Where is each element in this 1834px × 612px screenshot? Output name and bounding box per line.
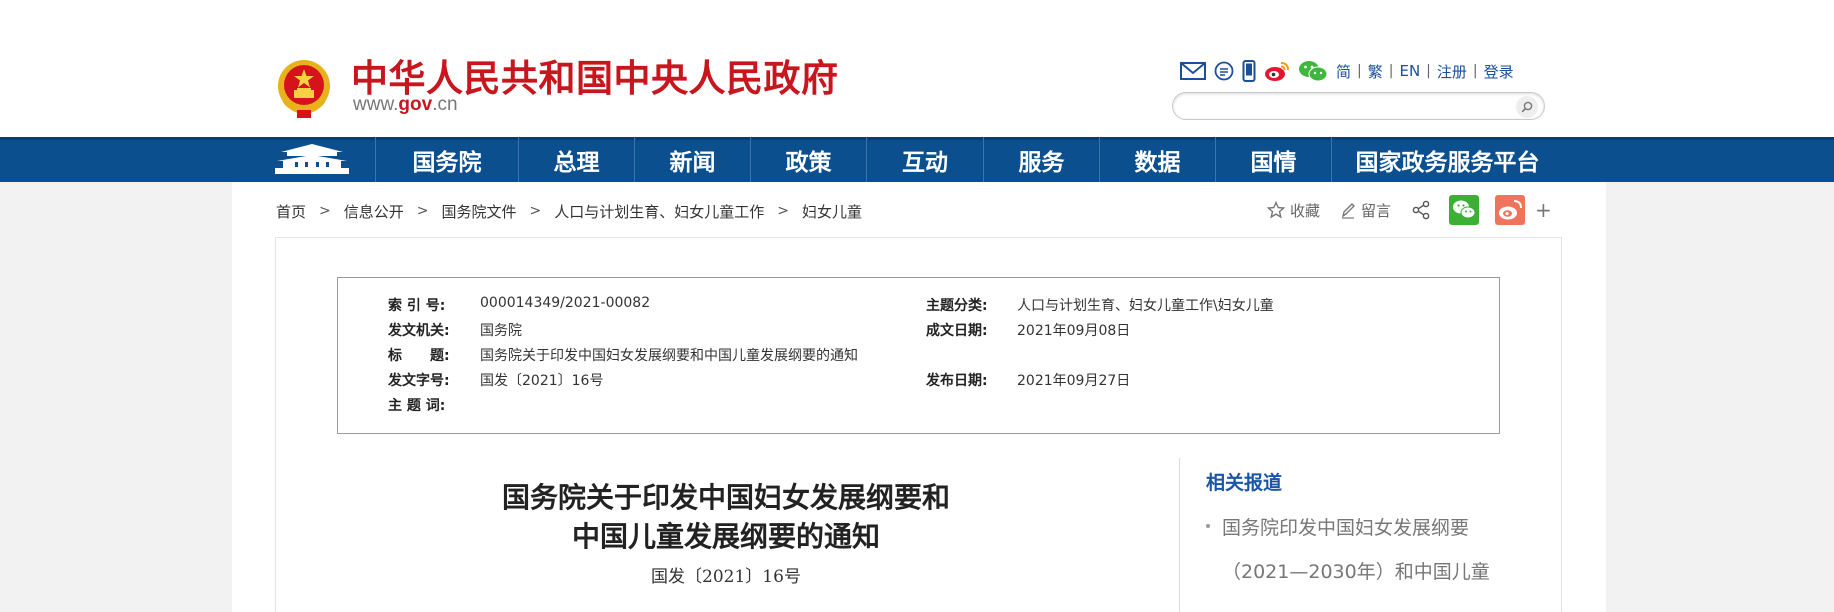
topic-value: 人口与计划生育、妇女儿童工作\妇女儿童 (1017, 298, 1274, 314)
top-link-separator: | (1388, 63, 1394, 79)
related-item[interactable]: 国务院印发中国妇女发展纲要 （2021—2030年）和中国儿童 (1206, 506, 1536, 594)
content-area: 首页 > 信息公开 > 国务院文件 > 人口与计划生育、妇女儿童工作 > 妇女儿… (232, 182, 1606, 612)
share-tools: 收藏 留言 + (1267, 195, 1552, 225)
article-doc-number: 国发〔2021〕16号 (651, 567, 801, 587)
breadcrumb-population-category[interactable]: 人口与计划生育、妇女儿童工作 (554, 201, 764, 222)
domain-gov: gov (398, 94, 433, 115)
title-value: 国务院关于印发中国妇女发展纲要和中国儿童发展纲要的通知 (480, 348, 858, 364)
search-icon (1521, 101, 1533, 113)
weibo-icon[interactable] (1264, 60, 1290, 82)
docno-value: 国发〔2021〕16号 (480, 373, 604, 389)
nav-item-policy[interactable]: 政策 (750, 137, 866, 182)
article-title-line: 中国儿童发展纲要的通知 (571, 520, 880, 553)
breadcrumb-chevron-icon: > (319, 203, 331, 219)
top-link-separator: | (1472, 63, 1478, 79)
nav-item-state-council[interactable]: 国务院 (375, 137, 518, 182)
login-link[interactable]: 登录 (1484, 61, 1514, 82)
index-label: 索 引 号: (388, 298, 446, 314)
domain-suffix: .cn (432, 94, 458, 115)
tiananmen-gate-icon[interactable] (273, 143, 351, 177)
issuer-label: 发文机关: (388, 323, 450, 339)
mail-icon[interactable] (1180, 61, 1206, 81)
title-label: 标 题: (388, 348, 450, 364)
nav-item-data[interactable]: 数据 (1099, 137, 1215, 182)
breadcrumb-chevron-icon: > (416, 203, 429, 219)
article-box: 索 引 号: 000014349/2021-00082 主题分类: 人口与计划生… (275, 237, 1562, 612)
article-title: 国务院关于印发中国妇女发展纲要和 中国儿童发展纲要的通知 (276, 478, 1176, 556)
nav-item-premier[interactable]: 总理 (518, 137, 634, 182)
comment-button[interactable]: 留言 (1361, 200, 1391, 221)
lang-simplified-link[interactable]: 简 (1336, 61, 1351, 82)
docno-label: 发文字号: (388, 373, 450, 389)
created-label: 成文日期: (926, 323, 988, 339)
pencil-icon[interactable] (1340, 201, 1356, 219)
breadcrumb-chevron-icon: > (777, 203, 789, 219)
related-item-line: （2021—2030年）和中国儿童 (1222, 561, 1490, 583)
created-value: 2021年09月08日 (1017, 323, 1131, 339)
nav-item-services[interactable]: 服务 (983, 137, 1099, 182)
nav-item-national-profile[interactable]: 国情 (1215, 137, 1331, 182)
lang-traditional-link[interactable]: 繁 (1368, 61, 1383, 82)
mobile-icon[interactable] (1242, 60, 1256, 82)
nav-item-news[interactable]: 新闻 (634, 137, 750, 182)
favorite-button[interactable]: 收藏 (1290, 200, 1320, 221)
published-value: 2021年09月27日 (1017, 373, 1131, 389)
keywords-label: 主 题 词: (388, 398, 446, 414)
related-list: 国务院印发中国妇女发展纲要 （2021—2030年）和中国儿童 (1206, 506, 1536, 594)
breadcrumb-chevron-icon: > (529, 203, 542, 219)
more-share-button[interactable]: + (1535, 198, 1552, 222)
register-link[interactable]: 注册 (1437, 61, 1467, 82)
issuer-value: 国务院 (480, 323, 522, 339)
top-links: 简 | 繁 | EN | 注册 | 登录 (1180, 58, 1514, 84)
breadcrumb-home[interactable]: 首页 (276, 201, 306, 222)
index-value: 000014349/2021-00082 (480, 295, 651, 311)
top-link-separator: | (1426, 63, 1431, 79)
wechat-share-icon[interactable] (1449, 195, 1480, 225)
domain-prefix: www. (353, 94, 399, 115)
top-link-separator: | (1357, 63, 1362, 79)
search-button[interactable] (1516, 96, 1538, 118)
breadcrumb: 首页 > 信息公开 > 国务院文件 > 人口与计划生育、妇女儿童工作 > 妇女儿… (276, 200, 862, 222)
breadcrumb-info-disclosure[interactable]: 信息公开 (344, 201, 404, 222)
search-box (1172, 92, 1545, 120)
nav-item-gov-service-platform[interactable]: 国家政务服务平台 (1331, 137, 1563, 182)
related-item-line: 国务院印发中国妇女发展纲要 (1222, 517, 1470, 539)
lang-english-link[interactable]: EN (1399, 62, 1420, 80)
national-emblem-icon[interactable] (275, 58, 333, 120)
site-header: 中华人民共和国中央人民政府 www.gov.cn 简 | 繁 | EN | 注册… (0, 0, 1834, 137)
breadcrumb-women-children[interactable]: 妇女儿童 (802, 201, 862, 222)
weibo-share-icon[interactable] (1495, 195, 1526, 225)
breadcrumb-state-council-docs[interactable]: 国务院文件 (442, 201, 517, 222)
published-label: 发布日期: (926, 373, 988, 389)
chat-icon[interactable] (1214, 61, 1234, 81)
article-main: 国务院关于印发中国妇女发展纲要和 中国儿童发展纲要的通知 国发〔2021〕16号 (276, 458, 1176, 612)
wechat-icon[interactable] (1298, 60, 1328, 82)
document-info-table: 索 引 号: 000014349/2021-00082 主题分类: 人口与计划生… (337, 277, 1500, 434)
search-input[interactable] (1185, 97, 1505, 117)
related-sidebar: 相关报道 国务院印发中国妇女发展纲要 （2021—2030年）和中国儿童 (1179, 458, 1559, 612)
nav-item-interaction[interactable]: 互动 (866, 137, 983, 182)
related-title: 相关报道 (1206, 472, 1283, 494)
star-icon[interactable] (1267, 201, 1285, 219)
share-icon[interactable] (1411, 200, 1431, 220)
topic-label: 主题分类: (926, 298, 988, 314)
main-nav: 国务院 总理 新闻 政策 互动 服务 数据 国情 国家政务服务平台 (0, 137, 1834, 182)
article-title-line: 国务院关于印发中国妇女发展纲要和 (501, 481, 950, 514)
site-domain: www.gov.cn (353, 94, 458, 116)
